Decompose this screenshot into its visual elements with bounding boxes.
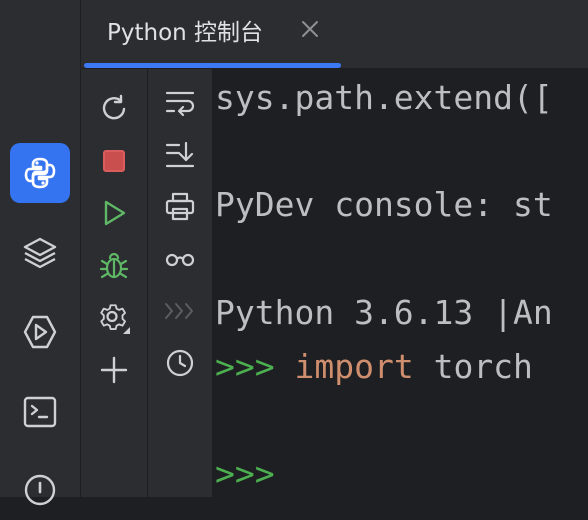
problems-icon [24, 474, 56, 506]
run-button[interactable] [94, 193, 134, 233]
console-toolbar-primary [81, 69, 148, 497]
tab-strip: Python 控制台 [81, 0, 588, 68]
chevrons-right-icon [165, 303, 193, 319]
print-button[interactable] [160, 187, 200, 227]
services-button[interactable] [10, 302, 70, 362]
keyword-import: import [294, 347, 414, 386]
show-variables-button[interactable] [160, 239, 200, 279]
tab-python-console[interactable]: Python 控制台 [81, 0, 341, 66]
soft-wrap-button[interactable] [160, 82, 200, 122]
clock-icon [166, 349, 194, 377]
python-console-tool-window: Python 控制台 sys.path.extend([PyDev conso… [81, 0, 588, 497]
console-line: PyDev console: st [215, 185, 553, 224]
stop-icon [103, 150, 125, 172]
layers-icon [23, 237, 57, 269]
console-input-line: >>> [215, 454, 275, 493]
scroll-to-end-button[interactable] [160, 135, 200, 175]
debug-icon [99, 252, 129, 279]
console-output[interactable]: sys.path.extend([ PyDev console: st Pyth… [213, 69, 588, 497]
run-icon [104, 200, 126, 226]
console-prompt: >>> [215, 454, 275, 493]
glasses-icon [165, 253, 195, 267]
rerun-icon [102, 94, 126, 120]
terminal-icon [23, 396, 57, 428]
plus-icon [100, 356, 128, 384]
console-toolbar-secondary [148, 69, 213, 497]
gear-icon [100, 304, 130, 334]
console-input-line: >>> import torch [215, 347, 533, 386]
services-icon [23, 315, 57, 349]
console-prompt: >>> [215, 347, 275, 386]
tab-label: Python 控制台 [107, 20, 264, 46]
python-icon [24, 157, 56, 189]
close-icon[interactable] [299, 18, 321, 40]
problems-button[interactable] [10, 460, 70, 520]
history-button[interactable] [160, 343, 200, 383]
soft-wrap-icon [165, 91, 195, 117]
execute-in-console-button[interactable] [160, 291, 200, 331]
rerun-button[interactable] [94, 88, 134, 128]
stop-button[interactable] [94, 141, 134, 181]
terminal-button[interactable] [10, 382, 70, 442]
python-console-button[interactable] [10, 143, 70, 203]
activity-bar [0, 0, 81, 506]
new-console-button[interactable] [94, 350, 134, 390]
console-line: sys.path.extend([ [215, 78, 553, 117]
debug-button[interactable] [94, 246, 134, 286]
print-icon [165, 192, 195, 221]
layers-button[interactable] [10, 223, 70, 283]
console-line: Python 3.6.13 |An [215, 293, 553, 332]
settings-button[interactable] [94, 298, 134, 338]
scroll-to-end-icon [165, 141, 195, 168]
module-name: torch [433, 347, 533, 386]
